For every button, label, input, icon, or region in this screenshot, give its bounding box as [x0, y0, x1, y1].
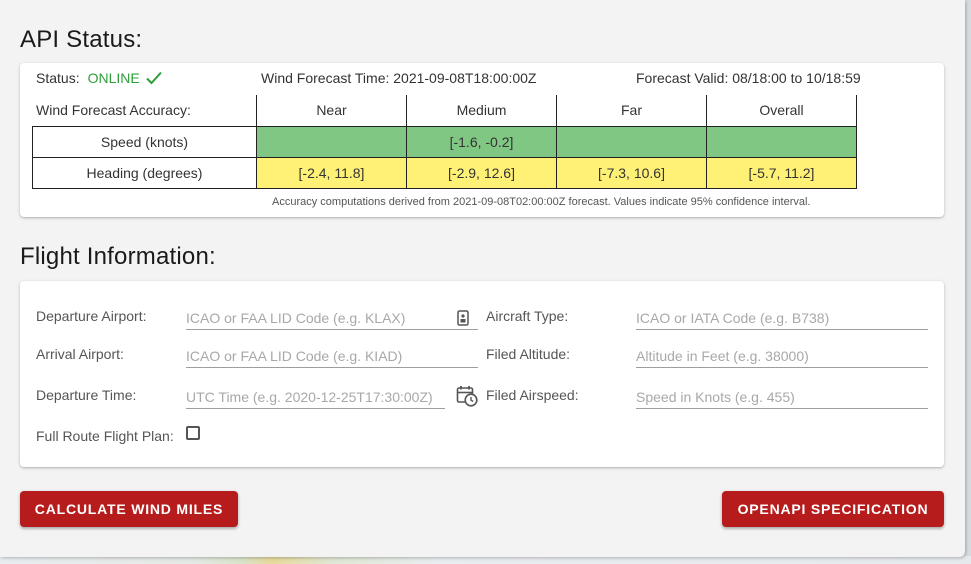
- accuracy-header-blank: [33, 95, 257, 126]
- speed-overall-cell: [706, 125, 857, 158]
- calculate-wind-miles-button[interactable]: CALCULATE WIND MILES: [20, 491, 238, 527]
- column-header-overall: Overall: [706, 95, 857, 127]
- column-header-medium: Medium: [406, 95, 557, 127]
- aircraft-type-label: Aircraft Type:: [486, 308, 569, 324]
- heading-far-cell: [-7.3, 10.6]: [556, 156, 707, 189]
- status-label: Status:: [36, 70, 80, 86]
- main-panel: API Status: Status: ONLINE Wind Forecast …: [0, 0, 965, 557]
- table-row-speed: Speed (knots) [-1.6, -0.2]: [32, 125, 857, 158]
- full-route-checkbox[interactable]: [186, 426, 200, 440]
- flight-info-card: Departure Airport: Arrival Airport: Depa…: [20, 281, 944, 467]
- background-map: [0, 556, 971, 564]
- airport-list-icon[interactable]: [457, 310, 469, 326]
- departure-time-input[interactable]: [186, 385, 445, 409]
- calendar-clock-icon[interactable]: [456, 385, 478, 407]
- accuracy-header-row: Near Medium Far Overall: [33, 95, 857, 127]
- status-indicator: Status: ONLINE: [36, 70, 162, 86]
- speed-far-cell: [556, 125, 707, 158]
- flight-info-title: Flight Information:: [20, 243, 216, 270]
- table-row-heading: Heading (degrees) [-2.4, 11.8] [-2.9, 12…: [32, 156, 857, 189]
- row-header-speed: Speed (knots): [32, 125, 257, 158]
- row-header-heading: Heading (degrees): [32, 156, 257, 189]
- speed-near-cell: [256, 125, 407, 158]
- heading-overall-cell: [-5.7, 11.2]: [706, 156, 857, 189]
- api-status-title: API Status:: [20, 26, 143, 53]
- openapi-specification-button[interactable]: OPENAPI SPECIFICATION: [722, 491, 944, 527]
- filed-airspeed-label: Filed Airspeed:: [486, 387, 579, 403]
- arrival-airport-input[interactable]: [186, 344, 478, 368]
- heading-near-cell: [-2.4, 11.8]: [256, 156, 407, 189]
- departure-airport-input[interactable]: [186, 306, 478, 330]
- column-header-far: Far: [556, 95, 707, 127]
- status-value: ONLINE: [87, 70, 140, 86]
- aircraft-type-input[interactable]: [636, 306, 928, 330]
- departure-airport-label: Departure Airport:: [36, 308, 147, 324]
- background-map-edge: [964, 0, 971, 564]
- full-route-label: Full Route Flight Plan:: [36, 428, 174, 444]
- filed-altitude-label: Filed Altitude:: [486, 346, 571, 362]
- forecast-valid: Forecast Valid: 08/18:00 to 10/18:59: [636, 70, 861, 86]
- filed-altitude-input[interactable]: [636, 344, 928, 368]
- filed-airspeed-input[interactable]: [636, 385, 928, 409]
- check-icon: [146, 71, 162, 85]
- column-header-near: Near: [256, 95, 407, 127]
- heading-medium-cell: [-2.9, 12.6]: [406, 156, 557, 189]
- arrival-airport-label: Arrival Airport:: [36, 346, 124, 362]
- api-status-card: Status: ONLINE Wind Forecast Time: 2021-0…: [20, 63, 944, 217]
- wind-forecast-time: Wind Forecast Time: 2021-09-08T18:00:00Z: [261, 70, 537, 86]
- accuracy-table: Near Medium Far Overall Speed (knots) [-…: [32, 95, 857, 189]
- departure-time-label: Departure Time:: [36, 387, 137, 403]
- accuracy-note: Accuracy computations derived from 2021-…: [272, 196, 811, 208]
- speed-medium-cell: [-1.6, -0.2]: [406, 125, 557, 158]
